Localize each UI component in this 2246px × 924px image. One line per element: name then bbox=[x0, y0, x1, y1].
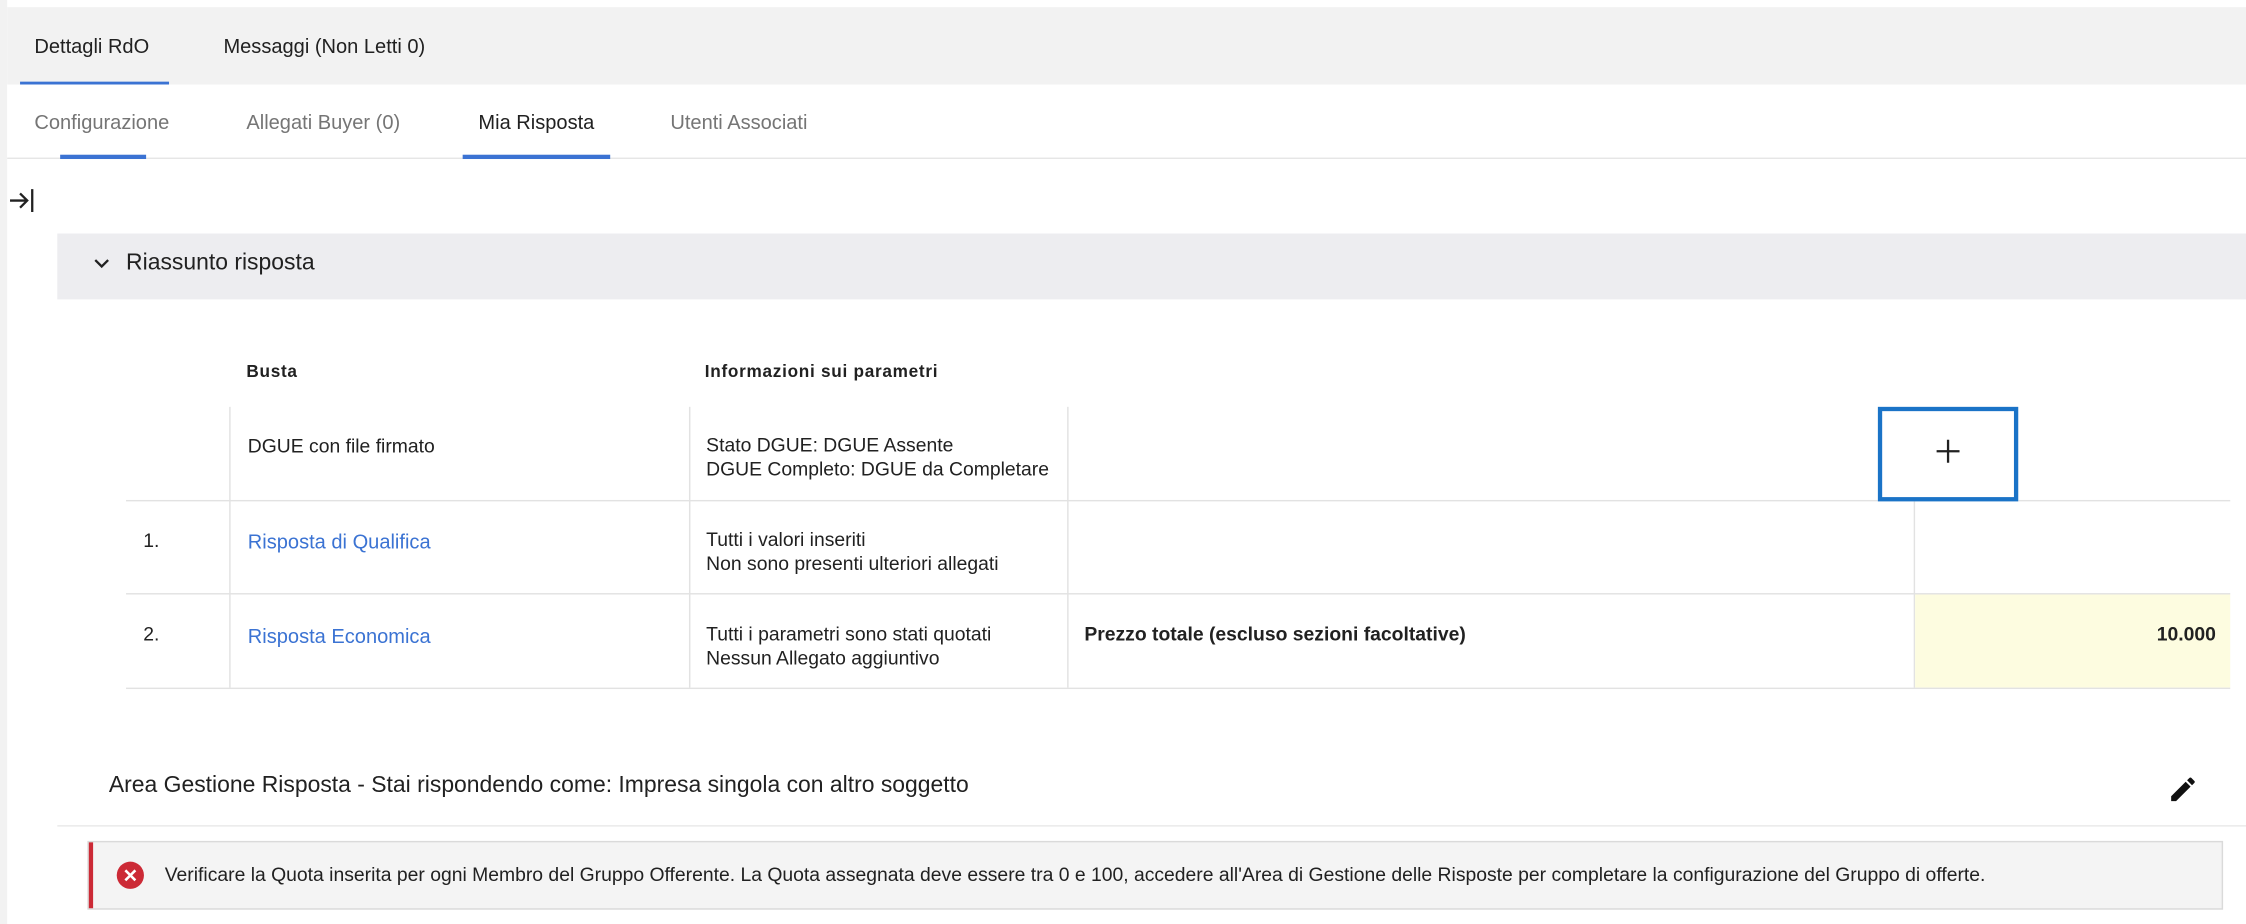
row-index: 2. bbox=[143, 623, 160, 645]
row-info-line2: Nessun Allegato aggiuntivo bbox=[706, 647, 940, 670]
table-row: 2. Risposta Economica Tutti i parametri … bbox=[126, 595, 2230, 688]
row-divider bbox=[126, 687, 2231, 690]
param-label: Prezzo totale (escluso sezioni facoltati… bbox=[1084, 623, 1466, 645]
dgue-busta: DGUE con file firmato bbox=[247, 435, 435, 457]
error-banner: Verificare la Quota inserita per ogni Me… bbox=[87, 840, 2224, 910]
error-message: Verificare la Quota inserita per ogni Me… bbox=[164, 863, 1986, 886]
row-info-line1: Tutti i parametri sono stati quotati bbox=[706, 623, 992, 645]
price-value: 10.000 bbox=[2156, 623, 2216, 645]
plus-icon bbox=[1936, 439, 1960, 463]
row-info-line2: Non sono presenti ulteriori allegati bbox=[706, 552, 999, 575]
pencil-icon[interactable] bbox=[2167, 774, 2199, 806]
area-gestione-title: Area Gestione Risposta - Stai rispondend… bbox=[108, 773, 969, 798]
add-button[interactable] bbox=[1877, 406, 2019, 502]
dgue-info-line1: Stato DGUE: DGUE Assente bbox=[706, 434, 954, 456]
table-row: 1. Risposta di Qualifica Tutti i valori … bbox=[126, 501, 2230, 593]
header-busta: Busta bbox=[246, 361, 298, 382]
area-divider bbox=[57, 825, 2246, 827]
row-info-line1: Tutti i valori inseriti bbox=[706, 528, 866, 551]
row-index: 1. bbox=[143, 530, 160, 552]
link-risposta-economica[interactable]: Risposta Economica bbox=[248, 625, 431, 648]
link-risposta-qualifica[interactable]: Risposta di Qualifica bbox=[248, 530, 431, 553]
dgue-info-line2: DGUE Completo: DGUE da Completare bbox=[706, 458, 1050, 480]
header-informazioni: Informazioni sui parametri bbox=[704, 361, 939, 382]
error-circle-x-icon bbox=[116, 861, 144, 889]
error-accent-bar bbox=[88, 842, 94, 909]
